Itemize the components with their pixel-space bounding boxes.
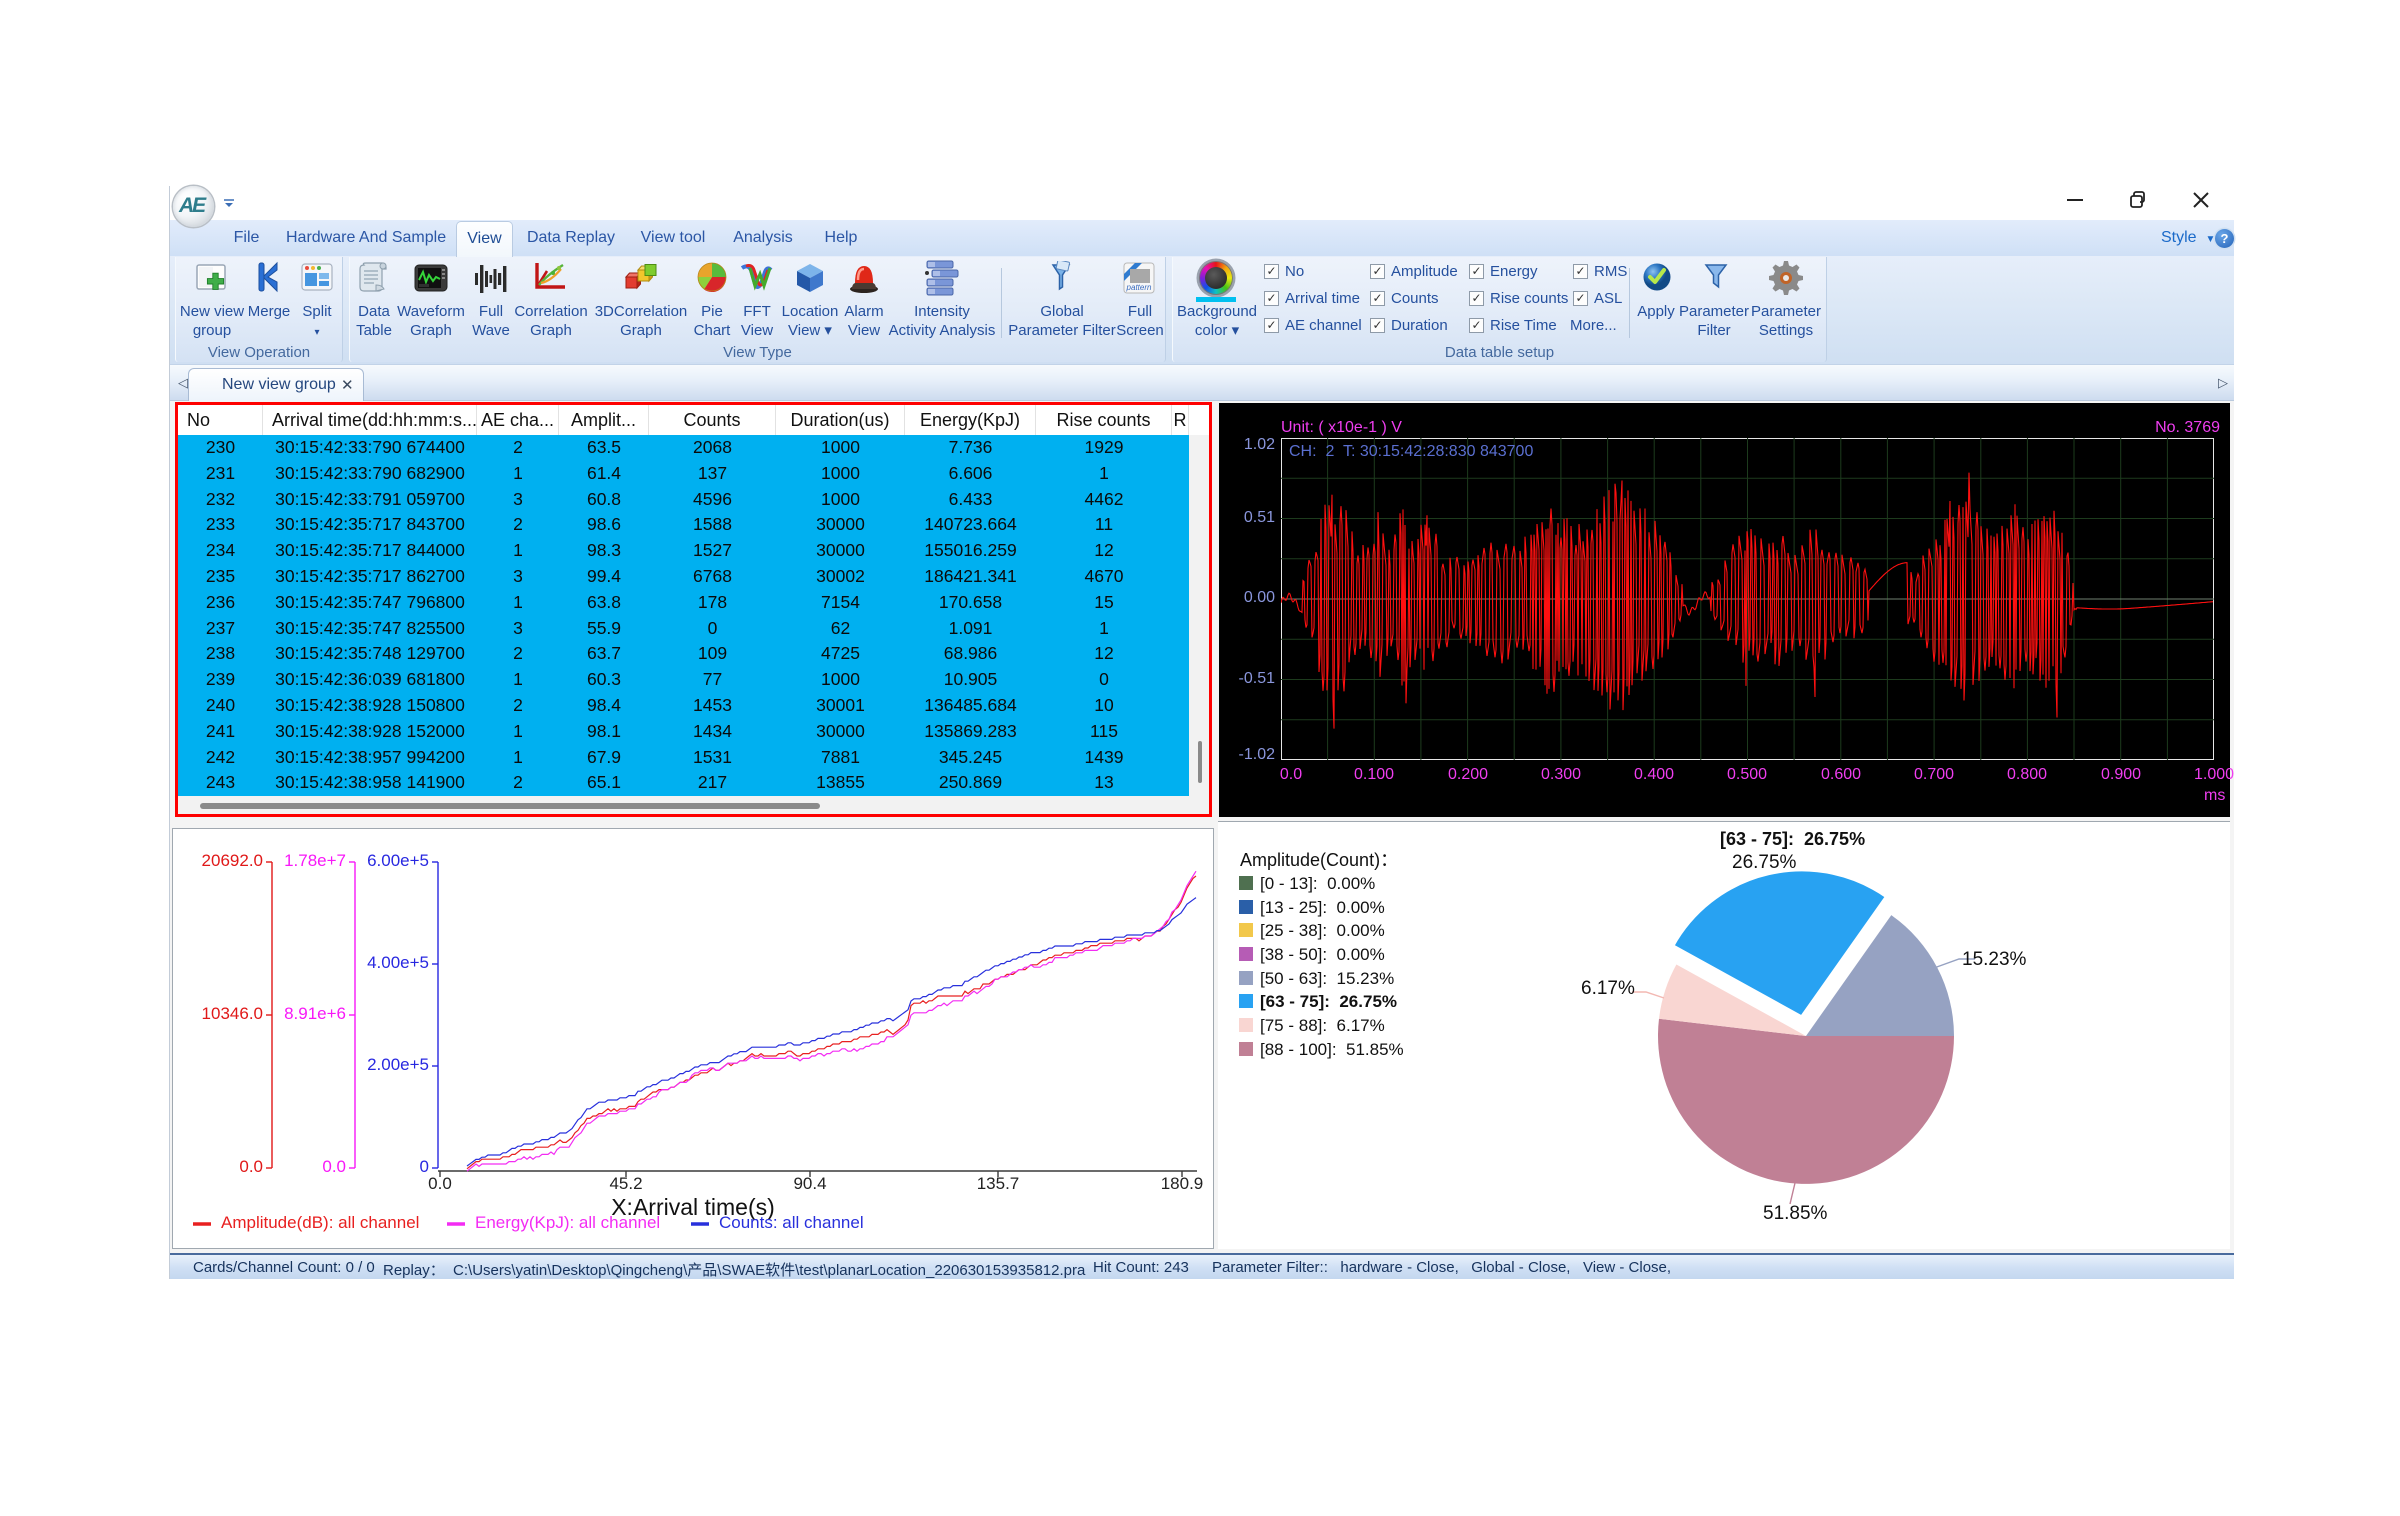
svg-text:pattern: pattern bbox=[1126, 283, 1152, 292]
